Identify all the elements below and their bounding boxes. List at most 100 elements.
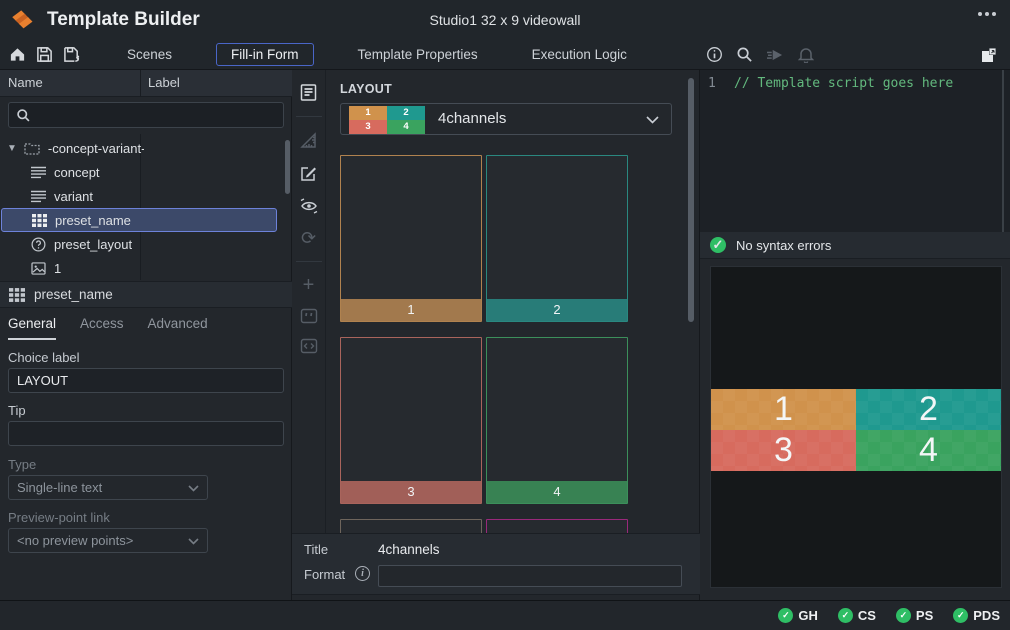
preview-channel-band: 1 2 3 4 [711, 389, 1001, 471]
tree-search-input[interactable] [37, 104, 277, 126]
image-icon [31, 262, 46, 275]
tree-item-variant[interactable]: variant [1, 184, 284, 208]
title-value: 4channels [378, 542, 440, 557]
add-icon[interactable]: + [303, 276, 315, 294]
videowall-grid-icon [32, 214, 47, 227]
fill-in-form-panel: ⟳ + LAYOUT 1 2 3 4 4channels 1 [292, 70, 700, 600]
tree-item-image-1[interactable]: 1 [1, 256, 284, 280]
layout-options-grid: 1 2 3 4 [326, 150, 688, 533]
preview-point-link-select[interactable]: <no preview points> [8, 528, 208, 553]
tab-general[interactable]: General [8, 316, 56, 340]
text-lines-icon [31, 190, 46, 203]
layout-dropdown[interactable]: 1 2 3 4 4channels [340, 103, 672, 135]
preview-point-link-label: Preview-point link [8, 510, 110, 525]
status-pds: ✓ PDS [953, 608, 1000, 623]
edit-field-icon[interactable] [299, 164, 318, 183]
column-divider [140, 70, 141, 97]
tree-item-concept-variant[interactable]: ▼ -concept-variant-c [1, 136, 284, 160]
status-gh: ✓ GH [778, 608, 818, 623]
open-external-window-icon[interactable] [980, 46, 998, 64]
fields-panel: Name Label ▼ -concept-variant-c concept [0, 70, 292, 600]
preview-eye-icon[interactable] [299, 197, 319, 215]
tree-item-preset-name[interactable]: preset_name [1, 208, 277, 232]
code-block-icon[interactable] [300, 338, 318, 354]
notifications-bell-icon[interactable] [798, 46, 814, 63]
layout-field-label: LAYOUT [340, 82, 392, 96]
tab-execution-logic[interactable]: Execution Logic [522, 43, 637, 66]
tree-item-concept[interactable]: concept [1, 160, 284, 184]
layout-card-4[interactable]: 4 [486, 337, 628, 504]
layout-card-1[interactable]: 1 [340, 155, 482, 322]
check-circle-icon: ✓ [778, 608, 793, 623]
save-as-icon[interactable] [63, 46, 81, 63]
toolbar-divider [296, 261, 322, 262]
layout-card-2[interactable]: 2 [486, 155, 628, 322]
format-input[interactable] [378, 565, 682, 587]
layout-thumbnail: 1 2 3 4 [349, 106, 425, 134]
type-select[interactable]: Single-line text [8, 475, 208, 500]
template-builder-window: Template Builder Studio1 32 x 9 videowal… [0, 0, 1010, 630]
choice-label-input[interactable] [8, 368, 284, 393]
save-icon[interactable] [36, 46, 53, 63]
top-bar: Template Builder Studio1 32 x 9 videowal… [0, 0, 1010, 40]
search-icon[interactable] [736, 46, 753, 63]
tree-item-preset-layout[interactable]: preset_layout [1, 232, 284, 256]
refresh-icon[interactable]: ⟳ [301, 229, 316, 247]
info-icon[interactable] [706, 46, 723, 63]
text-lines-icon [31, 166, 46, 179]
choice-label-label: Choice label [8, 350, 80, 365]
properties-title: preset_name [34, 287, 113, 302]
format-label: Format [304, 567, 345, 582]
menu-bar: Scenes Fill-in Form Template Properties … [0, 40, 1010, 70]
home-icon[interactable] [9, 46, 26, 63]
status-cs: ✓ CS [838, 608, 876, 623]
title-label: Title [304, 542, 328, 557]
tip-label: Tip [8, 403, 26, 418]
overflow-menu-icon[interactable] [978, 12, 996, 16]
question-circle-icon [31, 237, 46, 252]
script-and-preview-panel: 1 // Template script goes here ✓ No synt… [700, 70, 1010, 600]
layout-dropdown-value: 4channels [438, 110, 506, 127]
tab-scenes[interactable]: Scenes [117, 43, 182, 66]
publish-icon[interactable] [766, 47, 785, 63]
cards-scrollbar[interactable] [688, 78, 694, 322]
preview-cell-4: 4 [856, 430, 1001, 471]
check-circle-icon: ✓ [838, 608, 853, 623]
properties-tabs: General Access Advanced [8, 316, 208, 340]
caret-down-icon[interactable]: ▼ [7, 143, 17, 154]
tab-fill-in-form[interactable]: Fill-in Form [216, 43, 314, 66]
preview-screen: 1 2 3 4 [710, 266, 1002, 588]
syntax-status-text: No syntax errors [736, 238, 831, 253]
chevron-down-icon [646, 116, 659, 124]
check-circle-icon: ✓ [896, 608, 911, 623]
ruler-icon[interactable] [299, 131, 318, 150]
column-label: Label [148, 75, 180, 90]
videowall-preview: 1 2 3 4 [700, 259, 1010, 600]
folder-icon [24, 141, 40, 155]
preview-cell-2: 2 [856, 389, 1001, 430]
template-script-editor[interactable]: 1 // Template script goes here [700, 70, 1010, 232]
layout-card-6[interactable] [486, 519, 628, 533]
tip-input[interactable] [8, 421, 284, 446]
tree-scrollbar[interactable] [285, 140, 290, 194]
layout-card-5[interactable] [340, 519, 482, 533]
form-fields-icon[interactable] [299, 83, 318, 102]
tab-access[interactable]: Access [80, 316, 124, 340]
script-comment: // Template script goes here [734, 76, 953, 91]
chevron-down-icon [188, 538, 199, 545]
tree-search-box [8, 102, 284, 128]
status-ps: ✓ PS [896, 608, 933, 623]
chevron-down-icon [188, 485, 199, 492]
preview-cell-1: 1 [711, 389, 856, 430]
check-circle-icon: ✓ [953, 608, 968, 623]
format-info-icon[interactable]: i [355, 566, 370, 581]
tree-column-header: Name Label [0, 70, 292, 97]
tab-advanced[interactable]: Advanced [148, 316, 208, 340]
app-logo-icon [10, 7, 37, 34]
check-circle-icon: ✓ [710, 237, 726, 253]
tab-template-properties[interactable]: Template Properties [348, 43, 488, 66]
editor-scrollbar[interactable] [1002, 70, 1004, 232]
type-label: Type [8, 457, 36, 472]
layout-card-3[interactable]: 3 [340, 337, 482, 504]
quote-block-icon[interactable] [300, 308, 318, 324]
